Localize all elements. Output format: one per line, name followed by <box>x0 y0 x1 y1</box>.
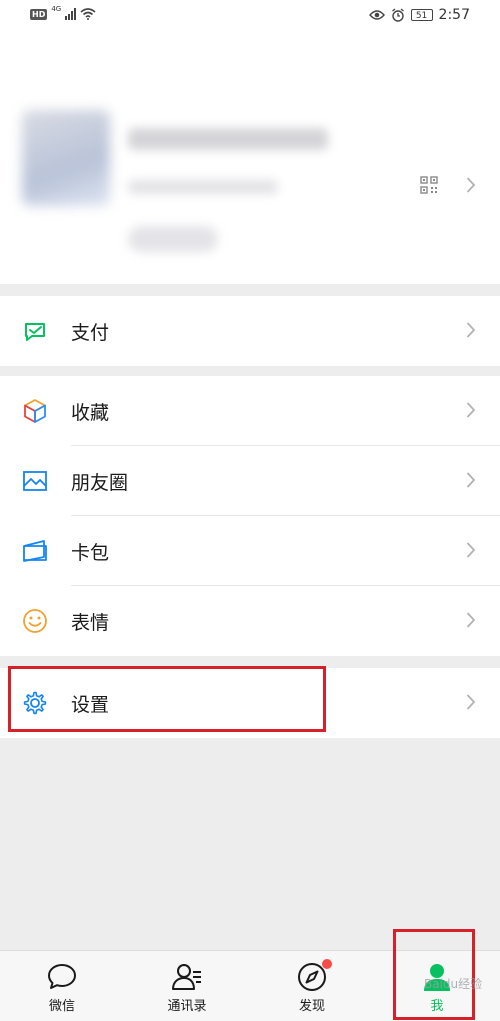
tab-chats[interactable]: 微信 <box>12 951 112 1021</box>
menu-label: 收藏 <box>71 401 110 424</box>
battery-icon: 51 <box>410 9 433 21</box>
chevron-right-icon <box>466 402 476 418</box>
chevron-right-icon <box>466 322 476 338</box>
menu-label: 朋友圈 <box>71 471 129 494</box>
card-wallet-icon <box>23 540 47 562</box>
menu-item-card-wallet[interactable]: 卡包 <box>0 516 500 586</box>
tab-contacts[interactable]: 通讯录 <box>137 951 237 1021</box>
features-group: 收藏 朋友圈 卡包 表情 <box>0 376 500 656</box>
chat-bubble-icon <box>48 964 76 989</box>
tab-label: 通讯录 <box>167 999 207 1014</box>
tab-label: 发现 <box>298 999 325 1014</box>
watermark: Baidu经验 <box>424 977 483 991</box>
wallet-icon <box>25 323 45 341</box>
status-pill-blurred[interactable] <box>128 226 218 252</box>
chevron-right-icon <box>466 694 476 710</box>
wifi-icon <box>80 8 96 20</box>
menu-label: 支付 <box>71 321 110 344</box>
discover-badge-dot <box>322 959 332 969</box>
tab-discover[interactable]: 发现 <box>262 951 362 1021</box>
signal-icon <box>65 8 77 20</box>
hd-indicator: HD <box>30 8 48 20</box>
menu-item-moments[interactable]: 朋友圈 <box>0 446 500 516</box>
tab-label: 微信 <box>48 999 75 1014</box>
menu-item-pay[interactable]: 支付 <box>0 296 500 366</box>
chevron-right-icon <box>466 472 476 488</box>
moments-image-icon <box>23 471 47 491</box>
network-type: 4G <box>51 5 62 13</box>
eye-icon <box>368 10 385 20</box>
qr-code-icon[interactable] <box>420 176 438 194</box>
wechat-id-blurred <box>128 180 278 194</box>
avatar[interactable] <box>22 110 110 206</box>
menu-item-stickers[interactable]: 表情 <box>0 586 500 656</box>
contacts-icon <box>172 964 201 990</box>
menu-label: 卡包 <box>71 541 110 564</box>
menu-label: 表情 <box>71 611 110 634</box>
nickname-blurred <box>128 128 328 150</box>
chevron-right-icon <box>466 612 476 628</box>
profile-header[interactable] <box>0 34 500 284</box>
pay-group: 支付 <box>0 296 500 366</box>
alarm-icon <box>391 8 404 22</box>
menu-item-favorites[interactable]: 收藏 <box>0 376 500 446</box>
sticker-smile-icon <box>23 609 47 633</box>
chevron-right-icon <box>466 177 476 193</box>
favorites-cube-icon <box>24 399 46 423</box>
settings-highlight-annotation <box>8 666 326 732</box>
clock-time: 2:57 <box>438 7 470 23</box>
chevron-right-icon <box>466 542 476 558</box>
status-bar: HD 4G 51 2:57 <box>0 0 500 34</box>
